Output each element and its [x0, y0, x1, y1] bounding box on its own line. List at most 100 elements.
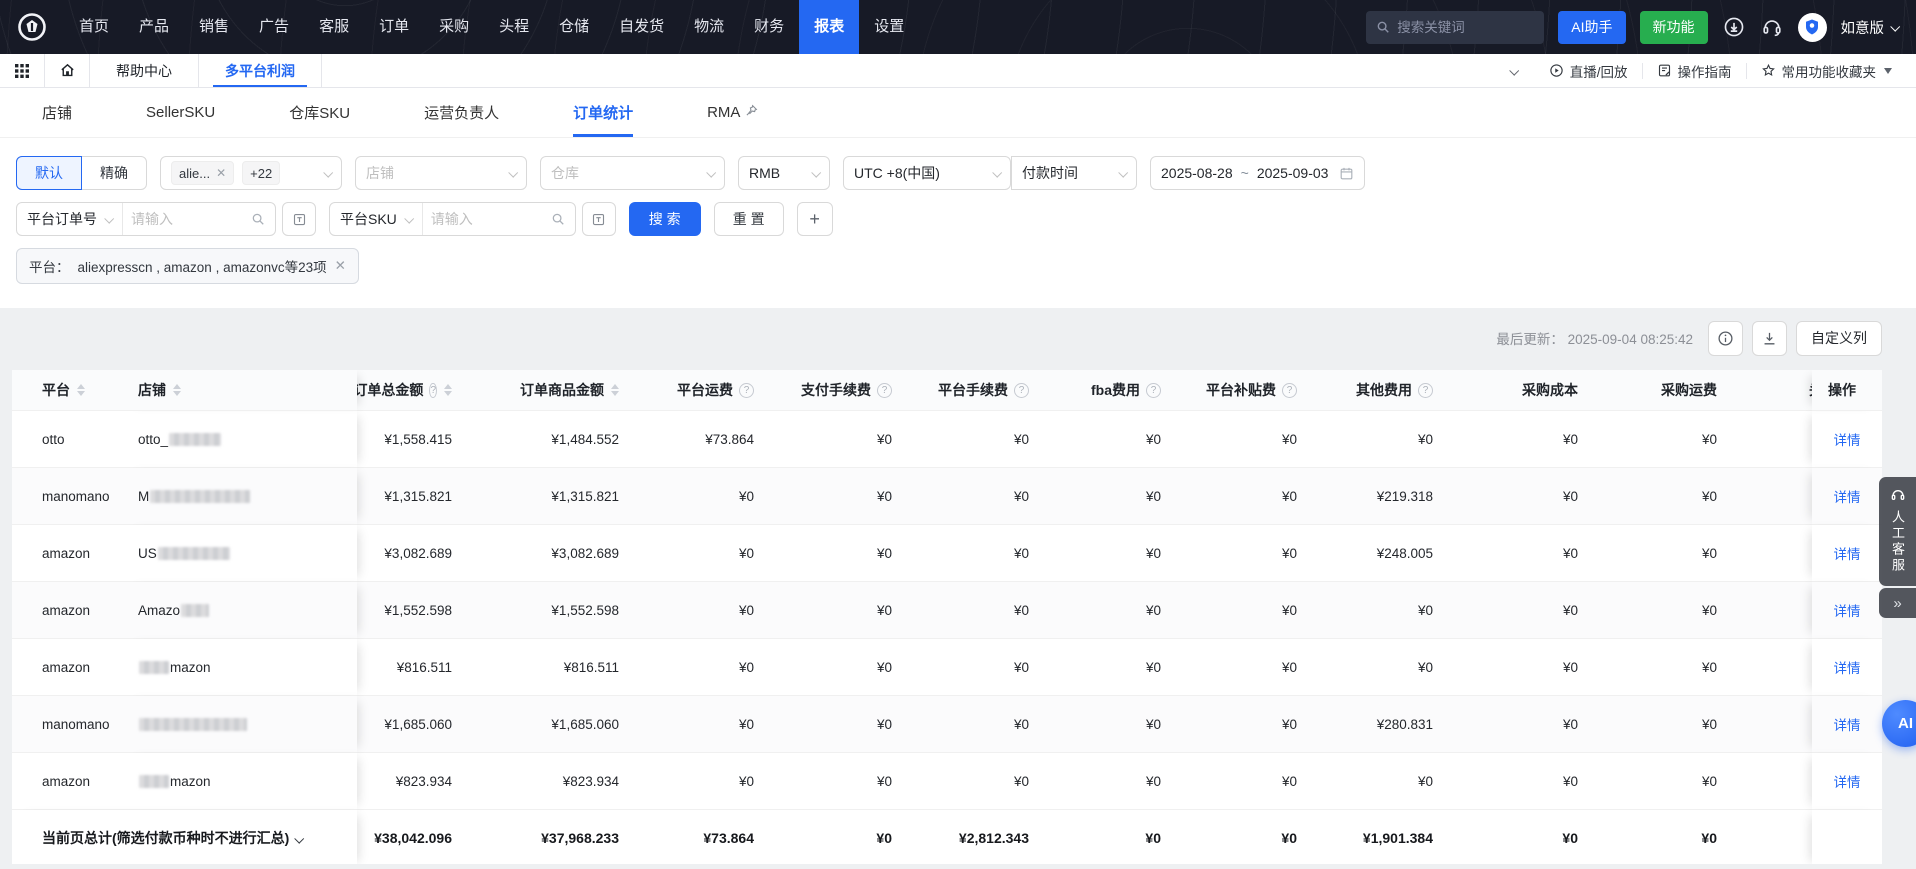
export-button[interactable]	[1752, 320, 1787, 356]
detail-link[interactable]: 详情	[1834, 661, 1861, 676]
match-default-button[interactable]: 默认	[16, 156, 82, 190]
detail-link[interactable]: 详情	[1834, 604, 1861, 619]
download-circle-icon[interactable]	[1722, 15, 1746, 39]
order-no-input[interactable]	[123, 211, 251, 227]
sort-icon[interactable]	[611, 384, 619, 396]
nav-item-订单[interactable]: 订单	[364, 0, 424, 54]
help-icon[interactable]: ?	[1146, 382, 1161, 398]
nav-item-销售[interactable]: 销售	[184, 0, 244, 54]
col-label: 平台补贴费	[1206, 382, 1276, 398]
global-search-input[interactable]	[1397, 19, 1528, 35]
live-replay-link[interactable]: 直播/回放	[1535, 61, 1642, 81]
info-button[interactable]	[1708, 320, 1743, 356]
add-filter-button[interactable]: +	[796, 202, 833, 236]
col-header-order_goods[interactable]: 订单商品金额	[468, 370, 635, 411]
app-logo[interactable]	[0, 0, 64, 54]
timezone-select[interactable]: UTC +8(中国)	[843, 156, 1011, 190]
col-header-store[interactable]: 店铺	[122, 370, 357, 411]
order-no-batch-input-button[interactable]	[282, 202, 316, 236]
platform-multiselect[interactable]: alie... ✕ +22	[160, 156, 342, 190]
order-no-field-select[interactable]: 平台订单号	[17, 203, 123, 235]
report-tab-RMA[interactable]: RMA	[707, 88, 758, 137]
nav-item-采购[interactable]: 采购	[424, 0, 484, 54]
reset-button[interactable]: 重 置	[713, 202, 784, 236]
detail-link[interactable]: 详情	[1834, 718, 1861, 733]
report-tab-订单统计[interactable]: 订单统计	[573, 88, 634, 137]
favorites-link[interactable]: 常用功能收藏夹	[1747, 61, 1907, 81]
nav-item-首页[interactable]: 首页	[64, 0, 124, 54]
report-tab-运营负责人[interactable]: 运营负责人	[424, 88, 499, 137]
customize-columns-button[interactable]: 自定义列	[1796, 320, 1882, 356]
match-exact-button[interactable]: 精确	[82, 157, 146, 189]
headset-icon[interactable]	[1760, 15, 1784, 39]
report-tab-店铺[interactable]: 店铺	[42, 88, 72, 137]
help-icon[interactable]: ?	[739, 382, 754, 398]
summary-purchase_cost: ¥0	[1449, 810, 1594, 864]
tab-multi-platform-profit[interactable]: 多平台利润	[199, 54, 322, 87]
sku-batch-input-button[interactable]	[581, 202, 616, 236]
warehouse-select[interactable]: 仓库	[540, 156, 725, 190]
sku-field-select[interactable]: 平台SKU	[330, 203, 423, 235]
nav-item-财务[interactable]: 财务	[739, 0, 799, 54]
nav-item-广告[interactable]: 广告	[244, 0, 304, 54]
cell-platform: otto	[12, 411, 122, 468]
search-button[interactable]: 搜 索	[628, 202, 701, 236]
tag-close-icon[interactable]: ✕	[335, 258, 346, 274]
detail-link[interactable]: 详情	[1834, 433, 1861, 448]
edition-switcher[interactable]: 如意版	[1841, 17, 1901, 38]
home-button[interactable]	[45, 54, 90, 87]
sku-input[interactable]	[422, 211, 551, 227]
nav-item-报表[interactable]: 报表	[799, 0, 860, 54]
nav-item-产品[interactable]: 产品	[124, 0, 184, 54]
customer-service-label: 人工客服	[1890, 510, 1905, 574]
sort-icon[interactable]	[173, 384, 181, 396]
search-icon	[552, 213, 564, 225]
avatar[interactable]	[1797, 12, 1827, 42]
global-search[interactable]	[1366, 10, 1545, 44]
summary-label-cell[interactable]: 当前页总计(筛选付款币种时不进行汇总)	[12, 810, 357, 864]
sort-icon[interactable]	[444, 384, 452, 396]
nav-item-设置[interactable]: 设置	[859, 0, 919, 54]
chevron-down-icon[interactable]	[294, 833, 305, 844]
nav-item-头程[interactable]: 头程	[484, 0, 544, 54]
help-icon[interactable]: ?	[1014, 382, 1029, 398]
col-header-platform_fee: 平台手续费?	[908, 370, 1045, 411]
report-tab-SellerSKU[interactable]: SellerSKU	[146, 88, 215, 137]
collapse-chevron-icon[interactable]	[1492, 62, 1535, 80]
col-header-platform_subsidy: 平台补贴费?	[1177, 370, 1313, 411]
timezone-value: UTC +8(中国)	[854, 165, 940, 181]
currency-select[interactable]: RMB	[738, 156, 830, 190]
col-header-purchase_cost: 采购成本	[1449, 370, 1594, 411]
report-table: 平台 店铺 订单总金额? 订单商品金额 平台运费? 支付手续费? 平台手续费? fba费用? 平…	[12, 370, 1882, 864]
detail-link[interactable]: 详情	[1834, 775, 1861, 790]
chip-close-icon[interactable]: ✕	[216, 166, 226, 180]
detail-link[interactable]: 详情	[1834, 547, 1861, 562]
help-icon[interactable]: ?	[877, 382, 892, 398]
apps-grid-button[interactable]	[0, 54, 45, 87]
col-header-platform[interactable]: 平台	[12, 370, 122, 411]
nav-item-客服[interactable]: 客服	[304, 0, 364, 54]
nav-item-自发货[interactable]: 自发货	[604, 0, 679, 54]
chevron-down-icon	[404, 213, 414, 224]
time-type-select[interactable]: 付款时间	[1011, 156, 1137, 190]
sort-icon[interactable]	[77, 384, 85, 396]
ai-assistant-button[interactable]: AI助手	[1558, 10, 1626, 44]
help-icon[interactable]: ?	[429, 382, 437, 398]
detail-link[interactable]: 详情	[1834, 490, 1861, 505]
report-tab-仓库SKU[interactable]: 仓库SKU	[289, 88, 350, 137]
help-icon[interactable]: ?	[1282, 382, 1297, 398]
customer-service-widget[interactable]: 人工客服	[1879, 477, 1916, 586]
col-header-order_total[interactable]: 订单总金额?	[357, 370, 468, 411]
help-icon[interactable]: ?	[1418, 382, 1433, 398]
collapse-side-button[interactable]: »	[1879, 588, 1916, 618]
cell-platform_shipping: ¥73.864	[635, 411, 770, 468]
new-feature-button[interactable]: 新功能	[1639, 10, 1708, 44]
order-no-search: 平台订单号	[16, 202, 276, 236]
nav-item-仓储[interactable]: 仓储	[544, 0, 604, 54]
nav-item-物流[interactable]: 物流	[679, 0, 739, 54]
guide-link[interactable]: 操作指南	[1643, 61, 1746, 81]
store-select[interactable]: 店铺	[355, 156, 527, 190]
cell-order_total: ¥1,685.060	[357, 696, 468, 753]
tab-help-center[interactable]: 帮助中心	[90, 54, 199, 87]
date-range-picker[interactable]: 2025-08-28 ~ 2025-09-03	[1150, 156, 1365, 190]
